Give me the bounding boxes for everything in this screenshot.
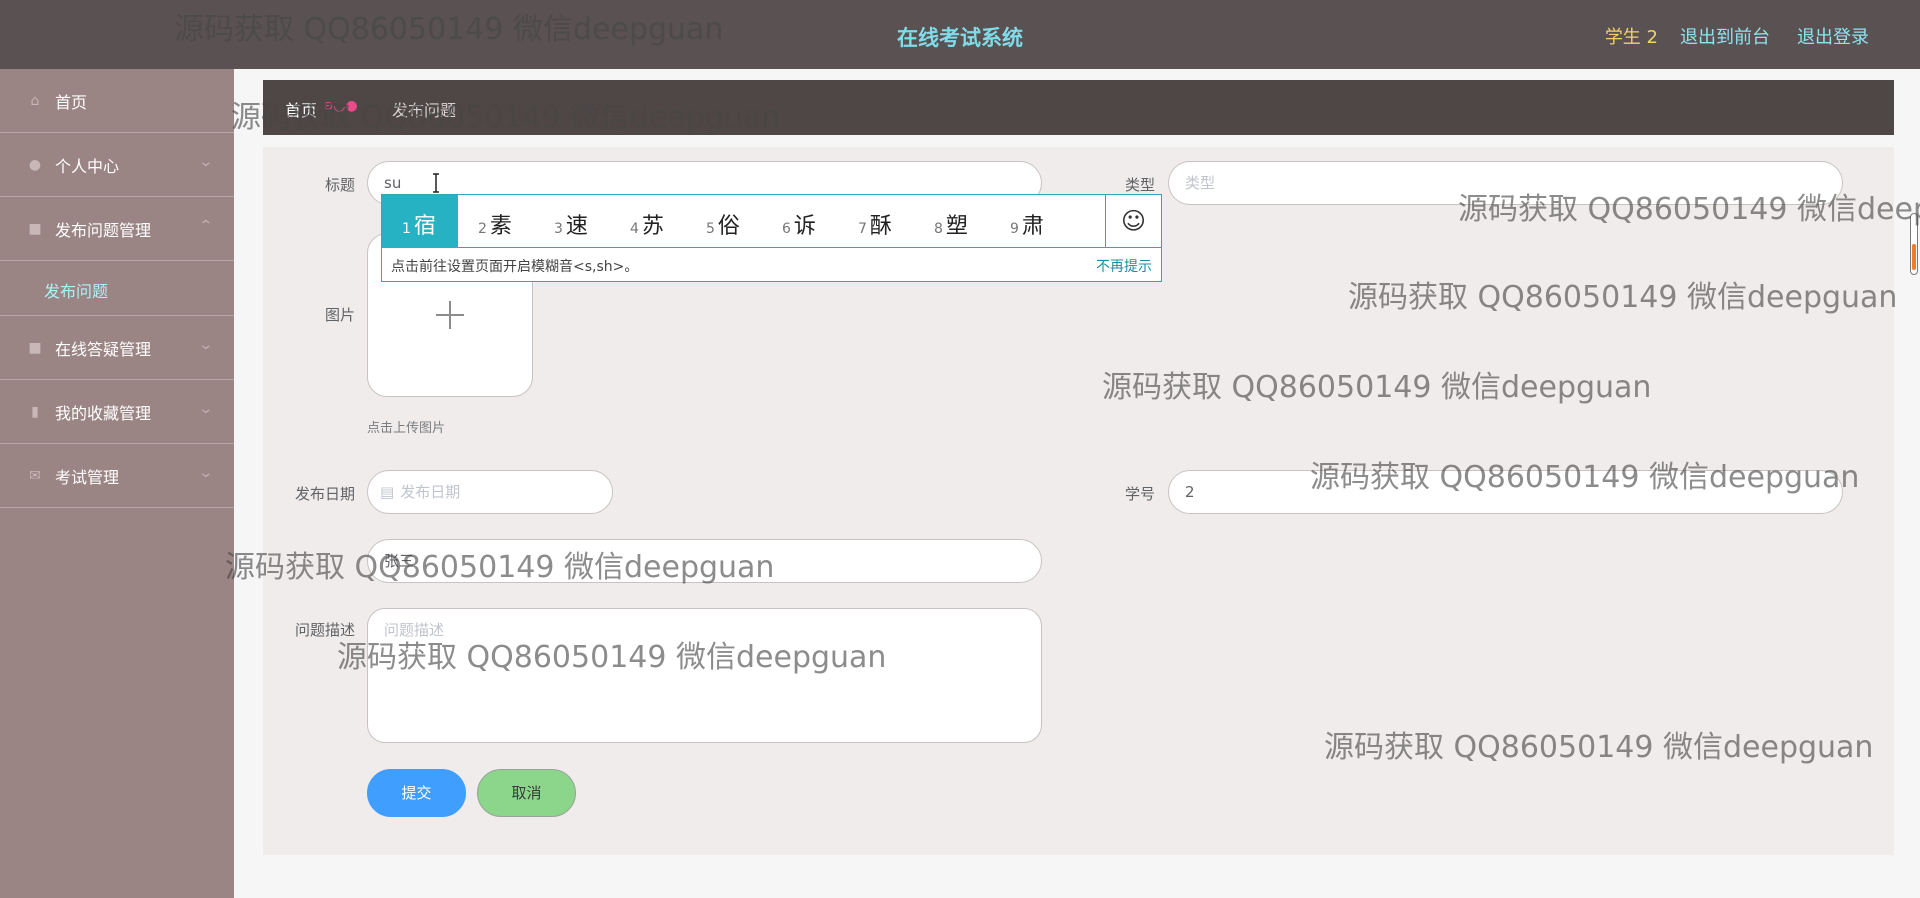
sidebar-item-exam[interactable]: ✉ 考试管理 ⌄	[0, 444, 234, 508]
chevron-up-icon: ⌃	[198, 218, 214, 234]
breadcrumb-home[interactable]: 首页	[285, 97, 317, 121]
student-no-input[interactable]: 2	[1168, 470, 1843, 514]
student-no-label: 学号	[1124, 485, 1155, 503]
title-input-value: su	[384, 174, 402, 192]
image-label: 图片	[324, 306, 355, 324]
ime-candidate[interactable]: 7酥	[838, 195, 914, 248]
breadcrumb: 首页 ʚ◡● 发布问题	[263, 80, 1894, 135]
date-label: 发布日期	[294, 485, 355, 503]
sidebar-item-online-qa[interactable]: ■ 在线答疑管理 ⌄	[0, 316, 234, 380]
sidebar-item-label: 在线答疑管理	[55, 340, 152, 359]
breadcrumb-separator-icon: ʚ◡●	[324, 98, 358, 114]
name-input[interactable]: 张三	[367, 539, 1042, 583]
current-user: 学生 2	[1604, 27, 1658, 48]
chevron-down-icon: ⌄	[198, 154, 214, 170]
ime-dismiss-tip[interactable]: 不再提示	[1096, 256, 1152, 276]
cancel-button[interactable]: 取消	[477, 769, 576, 817]
logout-link[interactable]: 退出登录	[1797, 23, 1869, 49]
ime-tip[interactable]: 点击前往设置页面开启模糊音<s,sh>。	[391, 256, 638, 276]
sidebar: ⌂ 首页 ● 个人中心 ⌄ ■ 发布问题管理 ⌃ 发布问题 ■ 在线答疑管理 ⌄…	[0, 69, 234, 898]
home-icon: ⌂	[30, 93, 40, 109]
type-select[interactable]: 类型	[1168, 161, 1843, 205]
sidebar-item-profile[interactable]: ● 个人中心 ⌄	[0, 133, 234, 197]
breadcrumb-current: 发布问题	[392, 101, 457, 120]
description-placeholder: 问题描述	[384, 621, 445, 639]
calendar-icon: ▤	[380, 483, 395, 501]
sidebar-item-label: 考试管理	[55, 468, 120, 487]
ime-candidate[interactable]: 4苏	[610, 195, 686, 248]
upload-hint: 点击上传图片	[367, 421, 446, 436]
scrollbar[interactable]	[1910, 213, 1918, 275]
chevron-down-icon: ⌄	[198, 337, 214, 353]
sidebar-item-label: 首页	[55, 93, 88, 112]
title-label: 标题	[324, 176, 355, 194]
sidebar-item-question-manage[interactable]: ■ 发布问题管理 ⌃	[0, 197, 234, 261]
sidebar-item-favorites[interactable]: ▮ 我的收藏管理 ⌄	[0, 380, 234, 444]
ime-candidate[interactable]: 2素	[458, 195, 534, 248]
date-placeholder: 发布日期	[400, 483, 461, 501]
briefcase-icon: ■	[28, 221, 42, 237]
sidebar-subitem-publish-question[interactable]: 发布问题	[0, 261, 234, 316]
name-value: 张三	[384, 552, 415, 570]
student-no-value: 2	[1185, 483, 1195, 501]
ime-candidate[interactable]: 3速	[534, 195, 610, 248]
description-textarea[interactable]: 问题描述	[367, 608, 1042, 743]
type-placeholder: 类型	[1185, 174, 1216, 192]
user-icon: ●	[28, 157, 42, 173]
scrollbar-thumb[interactable]	[1912, 244, 1916, 270]
submit-button[interactable]: 提交	[367, 769, 466, 817]
sidebar-item-home[interactable]: ⌂ 首页	[0, 69, 234, 133]
chevron-down-icon: ⌄	[198, 401, 214, 417]
ime-candidate-list: 1宿 2素 3速 4苏 5俗 6诉 7酥 8塑 9肃 ☺	[382, 195, 1161, 248]
ime-candidate[interactable]: 8塑	[914, 195, 990, 248]
ime-candidate[interactable]: 1宿	[382, 195, 458, 248]
exit-to-front-link[interactable]: 退出到前台	[1680, 23, 1770, 49]
sidebar-item-label: 个人中心	[55, 157, 120, 176]
bar-chart-icon: ▮	[31, 404, 39, 420]
top-bar: 在线考试系统 学生 2 退出到前台 退出登录	[0, 0, 1920, 69]
ime-candidate[interactable]: 6诉	[762, 195, 838, 248]
ime-candidate[interactable]: 9肃	[990, 195, 1066, 248]
text-cursor-icon	[433, 173, 439, 193]
chevron-down-icon: ⌄	[198, 465, 214, 481]
sidebar-subitem-label[interactable]: 发布问题	[44, 278, 108, 302]
plus-icon	[436, 301, 464, 329]
emoji-icon[interactable]: ☺	[1105, 195, 1161, 248]
sidebar-item-label: 发布问题管理	[55, 221, 152, 240]
type-label: 类型	[1124, 176, 1155, 194]
date-picker[interactable]: ▤ 发布日期	[367, 470, 613, 514]
mail-icon: ✉	[29, 468, 41, 484]
briefcase-icon: ■	[28, 340, 42, 356]
sidebar-item-label: 我的收藏管理	[55, 404, 152, 423]
ime-candidate[interactable]: 5俗	[686, 195, 762, 248]
ime-candidate-popup: 1宿 2素 3速 4苏 5俗 6诉 7酥 8塑 9肃 ☺ 点击前往设置页面开启模…	[381, 194, 1162, 282]
description-label: 问题描述	[294, 621, 355, 639]
